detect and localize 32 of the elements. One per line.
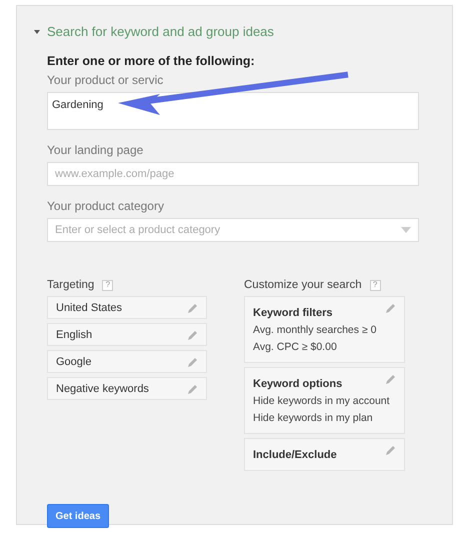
card-text: Avg. monthly searches ≥ 0 — [253, 323, 378, 338]
pencil-icon[interactable] — [187, 357, 198, 368]
pencil-icon[interactable] — [385, 445, 396, 456]
card-title: Include/Exclude — [253, 448, 337, 462]
card-text: Hide keywords in my account — [253, 394, 391, 408]
pencil-icon[interactable] — [187, 303, 198, 314]
card-title: Keyword options — [253, 377, 342, 392]
field-label: Your product or servic — [47, 72, 164, 90]
card-text: Hide keywords in my plan — [253, 411, 374, 426]
targeting-item[interactable]: United States — [47, 296, 207, 320]
targeting-item[interactable]: Google — [47, 350, 207, 374]
pencil-icon[interactable] — [385, 303, 396, 314]
field-label: Your product category — [47, 198, 165, 216]
caret-icon[interactable] — [33, 30, 41, 34]
filter-card[interactable]: Include/Exclude — [244, 438, 405, 472]
field-label: Your landing page — [47, 142, 144, 160]
dropdown-arrow-icon[interactable] — [401, 227, 411, 234]
filter-card[interactable]: Keyword options Hide keywords in my account Hide keywords in my plan — [244, 367, 405, 434]
form-heading: Enter one or more of the following: — [47, 52, 256, 70]
card-title: Keyword filters — [253, 306, 332, 320]
pencil-icon[interactable] — [385, 374, 396, 386]
input-field[interactable]: Gardening — [47, 92, 419, 130]
pencil-icon[interactable] — [187, 384, 198, 396]
filter-card[interactable]: Keyword filters Avg. monthly searches ≥ 0 Avg. CPC ≥ $0.00 — [244, 296, 405, 364]
placeholder-text: Enter or select a product category — [55, 223, 220, 238]
targeting-item[interactable]: English — [47, 323, 207, 346]
pencil-icon[interactable] — [187, 330, 198, 342]
customize-label: Customize your search — [244, 278, 362, 293]
targeting-label: Targeting — [47, 278, 94, 293]
card-text: Avg. CPC ≥ $0.00 — [253, 340, 338, 354]
targeting-item[interactable]: Negative keywords — [47, 377, 207, 400]
input-field[interactable]: www.example.com/page — [47, 162, 419, 186]
